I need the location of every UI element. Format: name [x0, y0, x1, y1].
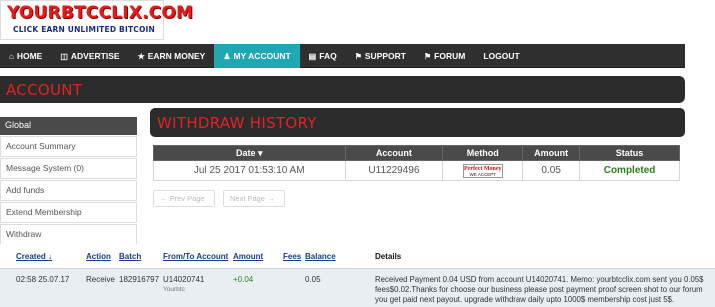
sidebar-item-message-system[interactable]: Message System (0) — [0, 158, 137, 179]
account-sidebar: Global Account Summary Message System (0… — [0, 117, 137, 245]
sidebar-item-add-funds[interactable]: Add funds — [0, 180, 137, 201]
logo-tagline: CLICK EARN UNLIMITED BITCOIN — [13, 25, 156, 34]
tx-column-amount[interactable]: Amount — [233, 252, 263, 261]
tx-column-batch[interactable]: Batch — [119, 252, 141, 261]
tx-column-created[interactable]: Created ↓ — [16, 252, 52, 261]
sidebar-item-account-summary[interactable]: Account Summary — [0, 136, 137, 157]
tx-column-balance[interactable]: Balance — [305, 252, 336, 261]
nav-advertise[interactable]: ◫ ADVERTISE — [51, 44, 128, 68]
column-amount: Amount — [522, 145, 581, 161]
page-title: ACCOUNT — [6, 81, 83, 99]
tx-batch: 182916797 — [119, 275, 160, 284]
nav-earn-money-label: EARN MONEY — [147, 51, 206, 61]
withdraw-history-table: Date ▾ Account Method Amount Status Jul … — [153, 145, 680, 181]
withdraw-method: Perfect Money WE ACCEPT — [442, 160, 524, 181]
account-header: ACCOUNT — [0, 76, 685, 103]
tx-amount: +0.04 — [233, 275, 254, 284]
status-badge: Completed — [579, 160, 680, 181]
transaction-history: Created ↓ Action Batch From/To Account A… — [0, 244, 715, 307]
perfect-money-sub: WE ACCEPT — [469, 171, 497, 177]
cart-icon: ◫ — [60, 51, 68, 61]
prev-page-button[interactable]: ← Prev Page — [153, 190, 215, 207]
tx-action: Receive — [86, 275, 115, 284]
nav-my-account[interactable]: ♟ MY ACCOUNT — [214, 44, 300, 68]
flag-icon: ⚑ — [354, 51, 362, 61]
nav-support[interactable]: ⚑ SUPPORT — [346, 44, 415, 68]
logo-text: YOURBTCCLIX.COM — [7, 3, 194, 23]
home-icon: ⌂ — [9, 51, 14, 61]
column-account: Account — [344, 145, 444, 161]
book-icon: ▤ — [308, 51, 317, 61]
column-status: Status — [579, 145, 680, 161]
withdraw-amount: 0.05 — [522, 160, 581, 181]
nav-logout[interactable]: LOGOUT — [474, 44, 528, 68]
tx-balance: 0.05 — [305, 275, 321, 284]
star-icon: ★ — [137, 51, 145, 61]
withdraw-history-title: WITHDRAW HISTORY — [157, 114, 317, 132]
tx-account-name: Yourbtc — [163, 286, 185, 293]
sidebar-header: Global — [0, 117, 137, 135]
table-row: 02:58 25.07.17 Receive 182916797 U140207… — [0, 268, 715, 307]
nav-faq[interactable]: ▤ FAQ — [300, 44, 346, 68]
tx-column-fees[interactable]: Fees — [283, 252, 301, 261]
column-method: Method — [442, 145, 524, 161]
withdraw-date: Jul 25 2017 01:53:10 AM — [153, 160, 346, 181]
nav-logout-label: LOGOUT — [483, 51, 520, 61]
withdraw-account: U11229496 — [344, 160, 444, 181]
nav-forum[interactable]: ⚑ FORUM — [415, 44, 474, 68]
tx-column-details: Details — [375, 252, 402, 261]
user-icon: ♟ — [223, 51, 231, 61]
nav-home[interactable]: ⌂ HOME — [0, 44, 51, 68]
withdraw-history-header: WITHDRAW HISTORY — [150, 108, 685, 137]
site-logo[interactable]: YOURBTCCLIX.COM CLICK EARN UNLIMITED BIT… — [0, 0, 193, 40]
flag-icon: ⚑ — [423, 51, 432, 61]
next-page-button[interactable]: Next Page → — [223, 190, 285, 207]
nav-support-label: SUPPORT — [364, 51, 406, 61]
tx-account: U14020741 — [163, 275, 205, 284]
sidebar-item-extend-membership[interactable]: Extend Membership — [0, 202, 137, 223]
table-row: Jul 25 2017 01:53:10 AM U11229496 Perfec… — [153, 160, 680, 181]
sidebar-item-withdraw[interactable]: Withdraw — [0, 224, 137, 245]
nav-home-label: HOME — [16, 51, 43, 61]
nav-faq-label: FAQ — [319, 51, 337, 61]
main-nav: ⌂ HOME ◫ ADVERTISE ★ EARN MONEY ♟ MY ACC… — [0, 44, 685, 68]
perfect-money-logo: Perfect Money WE ACCEPT — [462, 163, 503, 178]
tx-details: Received Payment 0.04 USD from account U… — [375, 275, 704, 304]
tx-created: 02:58 25.07.17 — [16, 275, 70, 284]
nav-my-account-label: MY ACCOUNT — [233, 51, 291, 61]
nav-forum-label: FORUM — [434, 51, 466, 61]
nav-earn-money[interactable]: ★ EARN MONEY — [129, 44, 215, 68]
nav-advertise-label: ADVERTISE — [70, 51, 120, 61]
table-header-row: Date ▾ Account Method Amount Status — [153, 145, 680, 161]
tx-column-account[interactable]: From/To Account — [163, 252, 228, 261]
column-date[interactable]: Date ▾ — [153, 145, 346, 161]
tx-column-action[interactable]: Action — [86, 252, 111, 261]
